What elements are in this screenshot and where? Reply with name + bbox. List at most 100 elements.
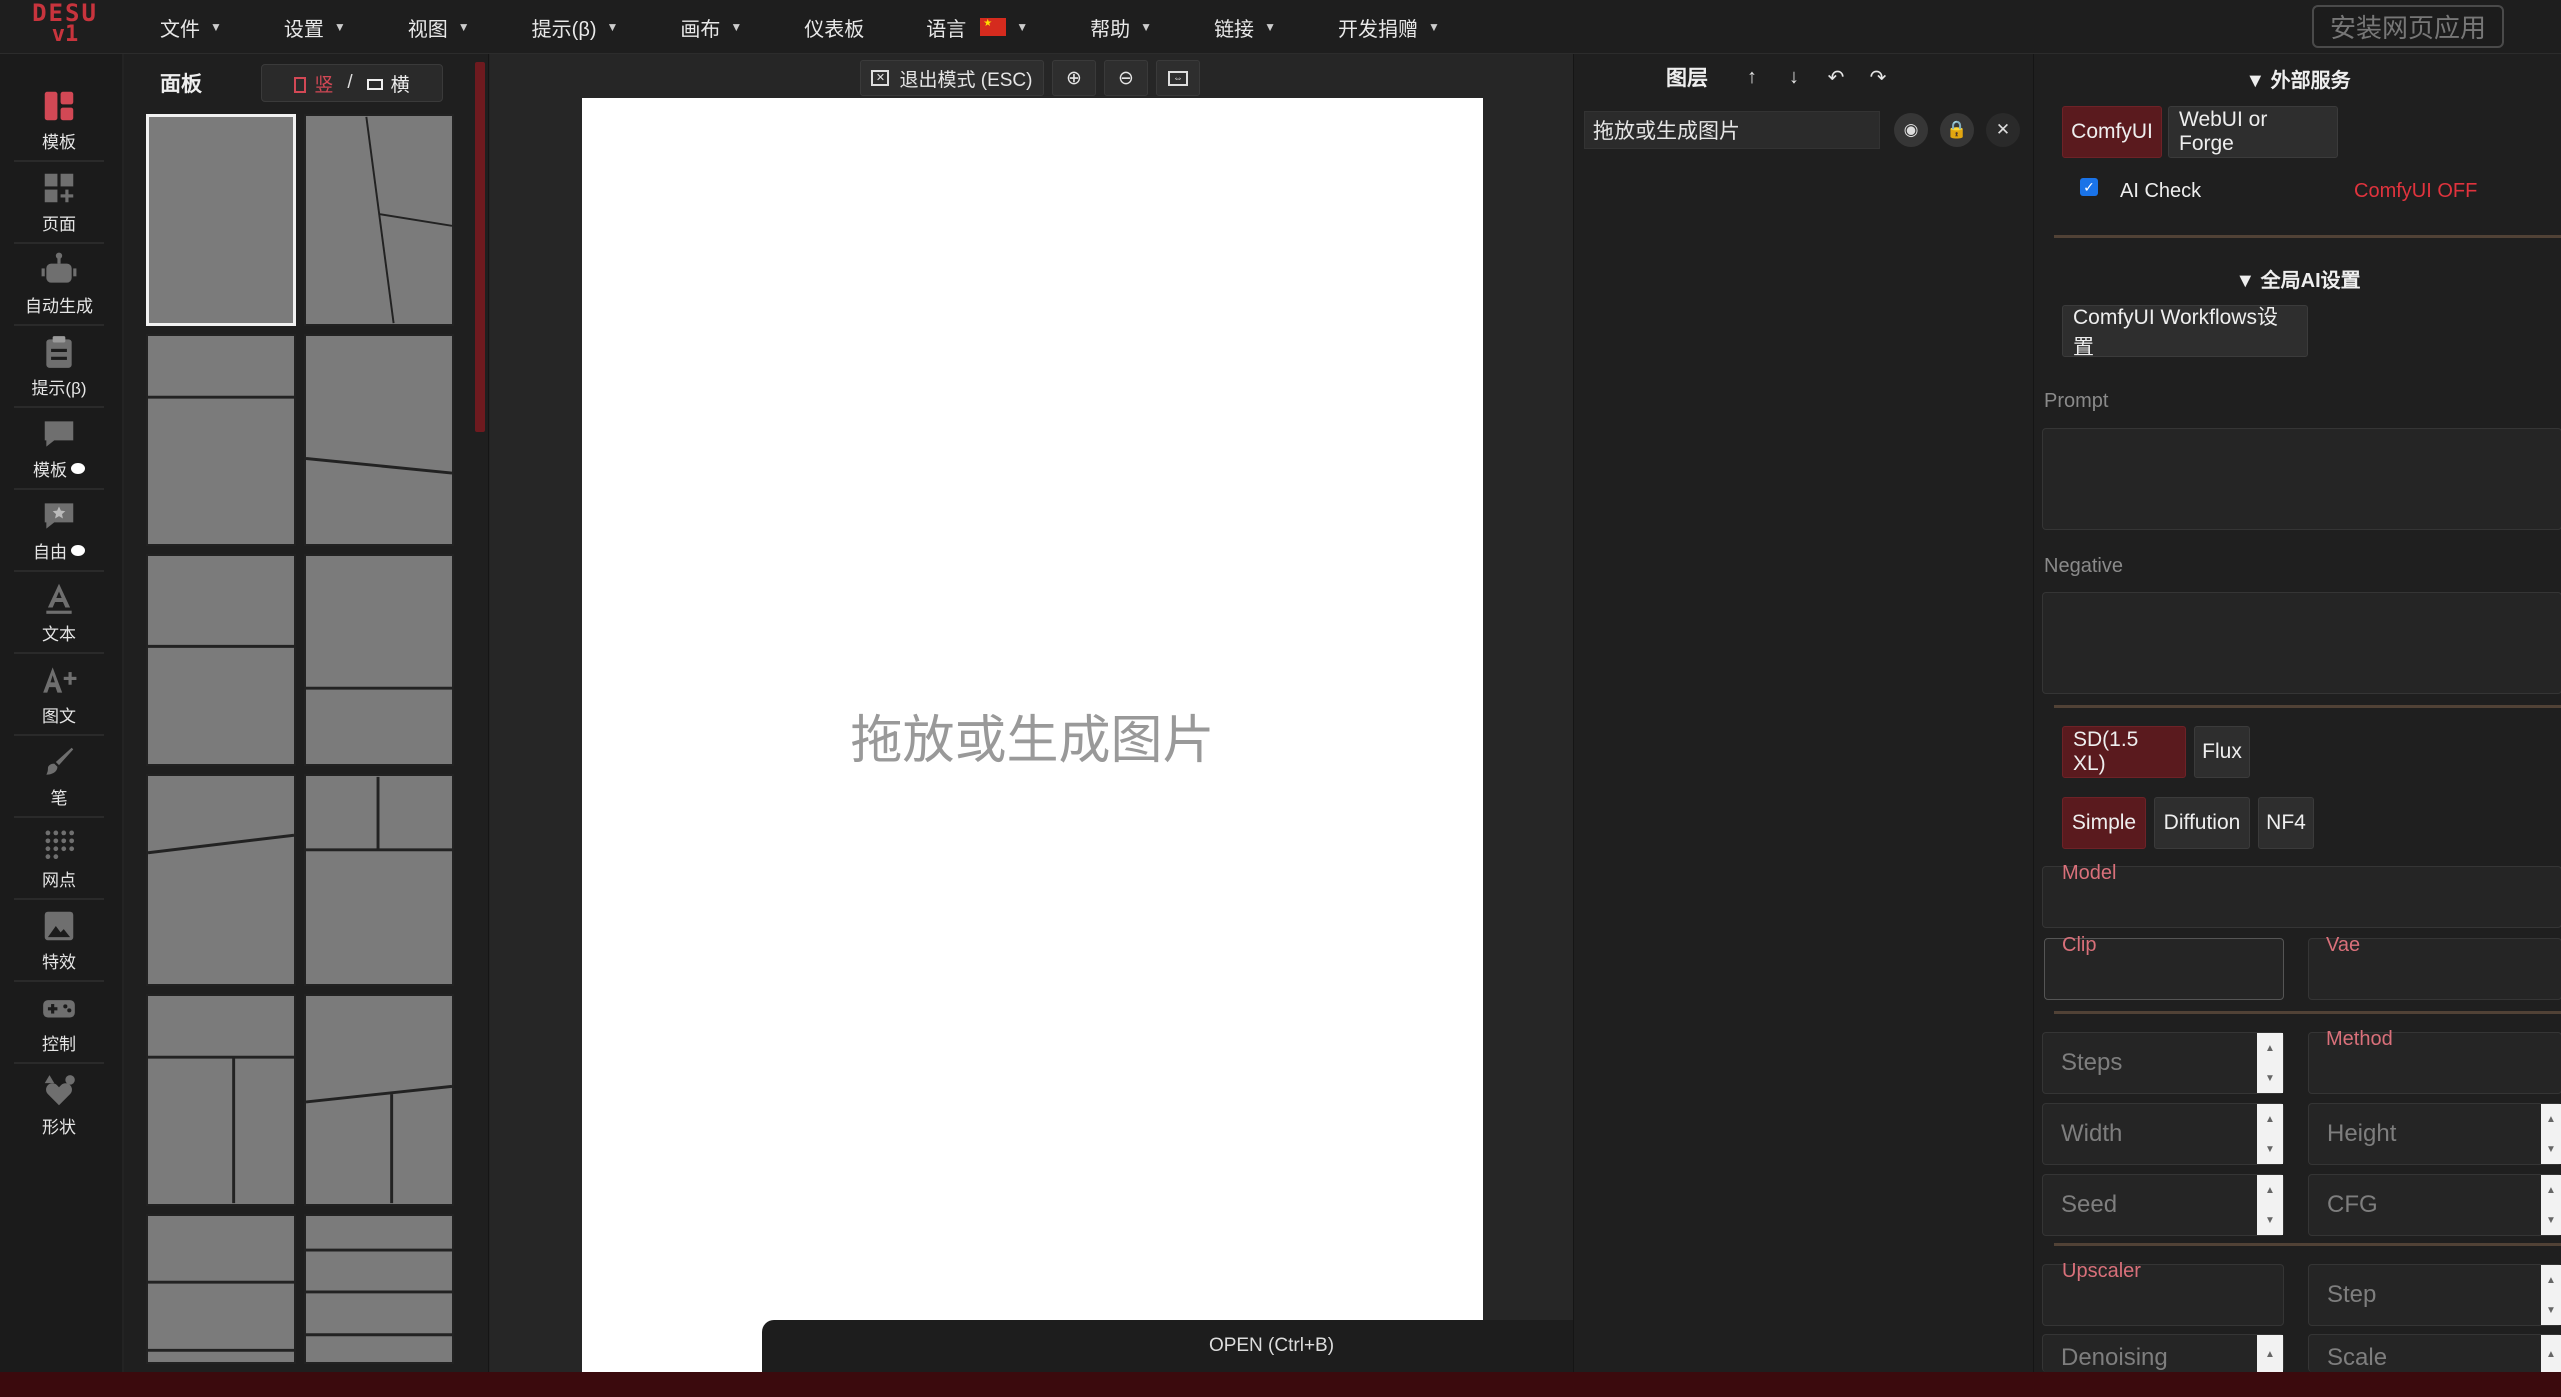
- scale-spinner[interactable]: ▲: [2541, 1335, 2561, 1373]
- prompt-textarea[interactable]: [2042, 428, 2561, 530]
- layer-up-button[interactable]: ↑: [1736, 62, 1768, 92]
- model-select[interactable]: [2042, 866, 2561, 928]
- install-app-button[interactable]: 安装网页应用: [2312, 5, 2504, 48]
- menu-file[interactable]: 文件 ▼: [160, 13, 222, 42]
- tool-effect[interactable]: 特效: [14, 900, 104, 982]
- tool-shapes[interactable]: 形状: [14, 1064, 104, 1146]
- menu-label: 语言: [926, 18, 967, 41]
- seed-spinner[interactable]: ▲ ▼: [2257, 1175, 2283, 1235]
- template-thumb[interactable]: [146, 1214, 296, 1364]
- text-icon: [46, 583, 72, 614]
- width-spinner[interactable]: ▲ ▼: [2257, 1104, 2283, 1164]
- denoising-spinner[interactable]: ▲: [2257, 1335, 2283, 1373]
- tool-screentone[interactable]: 网点: [14, 818, 104, 900]
- app-root: DESU v1 文件 ▼ 设置 ▼ 视图 ▼ 提示(β) ▼ 画布 ▼ 仪表板 语言 ▼ 帮…: [0, 0, 2561, 1397]
- template-thumb[interactable]: [304, 994, 454, 1206]
- delete-layer-button[interactable]: ✕: [1986, 113, 2020, 147]
- landscape-label: 横: [390, 74, 410, 96]
- tool-autogen[interactable]: 自动生成: [14, 244, 104, 326]
- steps-input[interactable]: Steps ▲ ▼: [2042, 1032, 2284, 1094]
- redo-button[interactable]: ↷: [1862, 62, 1894, 92]
- template-thumb[interactable]: [146, 774, 296, 986]
- nf4-mode-button[interactable]: NF4: [2258, 797, 2314, 849]
- step-spinner[interactable]: ▲ ▼: [2541, 1265, 2561, 1325]
- step-input[interactable]: Step ▲ ▼: [2308, 1264, 2561, 1326]
- portrait-option[interactable]: 竖: [294, 70, 333, 97]
- ai-check-label: AI Check: [2120, 180, 2202, 202]
- orientation-toggle[interactable]: 竖 / 横: [261, 64, 443, 102]
- template-thumb[interactable]: [146, 334, 296, 546]
- menu-dashboard[interactable]: 仪表板: [804, 13, 864, 42]
- spin-down-icon: ▼: [2546, 1143, 2556, 1155]
- layout-7-icon: [148, 833, 294, 855]
- template-thumb[interactable]: [304, 114, 454, 326]
- zoom-in-button[interactable]: ⊕: [1052, 60, 1096, 96]
- visibility-button[interactable]: ◉: [1894, 113, 1928, 147]
- cfg-input[interactable]: CFG ▲ ▼: [2308, 1174, 2561, 1236]
- denoising-input[interactable]: Denoising ▲: [2042, 1334, 2284, 1373]
- tool-control[interactable]: 控制: [14, 982, 104, 1064]
- fit-screen-button[interactable]: ⇔: [1156, 60, 1200, 96]
- height-input[interactable]: Height ▲ ▼: [2308, 1103, 2561, 1165]
- menu-links[interactable]: 链接 ▼: [1214, 13, 1276, 42]
- tool-text[interactable]: 文本: [14, 572, 104, 654]
- height-spinner[interactable]: ▲ ▼: [2541, 1104, 2561, 1164]
- lock-button[interactable]: 🔒: [1940, 113, 1974, 147]
- template-thumb[interactable]: [146, 114, 296, 326]
- spin-up-icon: ▲: [2265, 1184, 2275, 1196]
- layer-item[interactable]: 拖放或生成图片 ◉ 🔒 ✕: [1584, 110, 2029, 150]
- simple-mode-button[interactable]: Simple: [2062, 797, 2146, 849]
- comfyui-button[interactable]: ComfyUI: [2062, 106, 2162, 158]
- menu-settings[interactable]: 设置 ▼: [284, 13, 346, 42]
- menu-prompt[interactable]: 提示(β) ▼: [532, 13, 619, 42]
- steps-spinner[interactable]: ▲ ▼: [2257, 1033, 2283, 1093]
- global-ai-settings-header[interactable]: ▼ 全局AI设置: [2034, 264, 2561, 293]
- drop-placeholder: 拖放或生成图片: [850, 712, 1215, 770]
- tool-label: 自动生成: [25, 297, 93, 316]
- menu-help[interactable]: 帮助 ▼: [1090, 13, 1152, 42]
- tool-prompt[interactable]: 提示(β): [14, 326, 104, 408]
- menu-view[interactable]: 视图 ▼: [408, 13, 470, 42]
- flux-model-button[interactable]: Flux: [2194, 726, 2250, 778]
- tool-page[interactable]: 页面: [14, 162, 104, 244]
- landscape-option[interactable]: 横: [366, 70, 410, 97]
- width-input[interactable]: Width ▲ ▼: [2042, 1103, 2284, 1165]
- webui-forge-button[interactable]: WebUI or Forge: [2168, 106, 2338, 158]
- layout-8-icon: [306, 776, 452, 852]
- comfyui-workflows-button[interactable]: ComfyUI Workflows设置: [2062, 305, 2308, 359]
- zoom-in-icon: ⊕: [1066, 67, 1082, 89]
- panel-scrollbar[interactable]: [475, 62, 485, 432]
- negative-textarea[interactable]: [2042, 592, 2561, 694]
- layer-down-button[interactable]: ↓: [1778, 62, 1810, 92]
- scale-input[interactable]: Scale ▲: [2308, 1334, 2561, 1373]
- template-thumb[interactable]: [304, 774, 454, 986]
- zoom-out-button[interactable]: ⊖: [1104, 60, 1148, 96]
- tool-brush[interactable]: 笔: [14, 736, 104, 818]
- status-dot: [71, 463, 85, 474]
- undo-button[interactable]: ↶: [1820, 62, 1852, 92]
- canvas-page[interactable]: 拖放或生成图片: [582, 98, 1483, 1372]
- seed-input[interactable]: Seed ▲ ▼: [2042, 1174, 2284, 1236]
- external-services-header[interactable]: ▼ 外部服务: [2034, 64, 2561, 93]
- template-thumb[interactable]: [146, 994, 296, 1206]
- ai-check-checkbox[interactable]: ✓: [2080, 178, 2098, 196]
- template-thumb[interactable]: [146, 554, 296, 766]
- tool-template[interactable]: 模板: [14, 80, 104, 162]
- template-thumb[interactable]: [304, 1214, 454, 1364]
- cfg-spinner[interactable]: ▲ ▼: [2541, 1175, 2561, 1235]
- menu-canvas[interactable]: 画布 ▼: [680, 13, 742, 42]
- tool-text-image[interactable]: 图文: [14, 654, 104, 736]
- tool-label: 控制: [42, 1035, 76, 1054]
- exit-mode-button[interactable]: ✕ 退出模式 (ESC): [860, 60, 1044, 96]
- template-thumb[interactable]: [304, 554, 454, 766]
- cfg-placeholder: CFG: [2327, 1191, 2378, 1218]
- template-thumb[interactable]: [304, 334, 454, 546]
- layer-name[interactable]: 拖放或生成图片: [1584, 111, 1880, 149]
- tool-panel[interactable]: 模板: [14, 408, 104, 490]
- diffution-mode-button[interactable]: Diffution: [2154, 797, 2250, 849]
- menu-language[interactable]: 语言 ▼: [926, 13, 1028, 42]
- menu-donate[interactable]: 开发捐赠 ▼: [1338, 13, 1440, 42]
- sd-model-button[interactable]: SD(1.5 XL): [2062, 726, 2186, 778]
- spin-up-icon: ▲: [2546, 1113, 2556, 1125]
- tool-free[interactable]: 自由: [14, 490, 104, 572]
